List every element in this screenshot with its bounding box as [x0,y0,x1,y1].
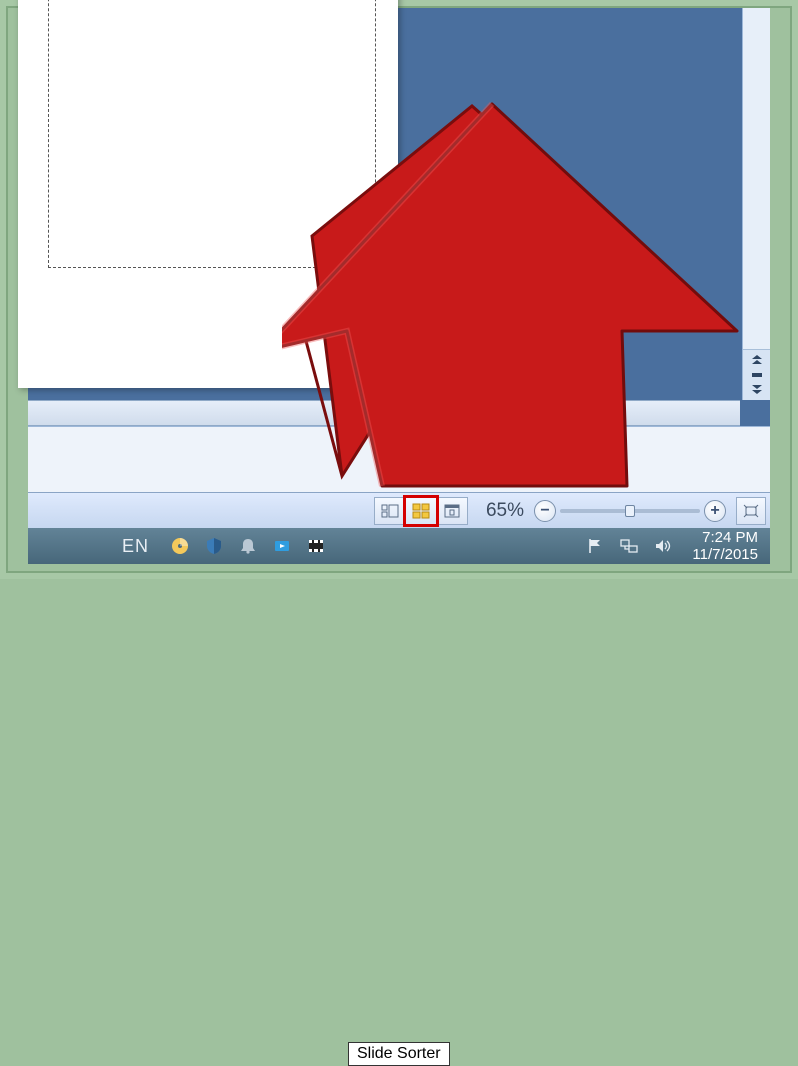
vertical-scrollbar[interactable] [742,8,770,400]
shield-tray-icon[interactable] [202,534,226,558]
language-indicator[interactable]: EN [108,536,163,557]
network-tray-icon[interactable] [617,534,641,558]
view-buttons-group [375,497,468,525]
slide-menu-icon[interactable] [750,370,764,380]
slide-editing-area [28,8,740,400]
flag-tray-icon[interactable] [583,534,607,558]
zoom-out-button[interactable]: − [534,500,556,522]
volume-tray-icon[interactable] [651,534,675,558]
zoom-slider-thumb[interactable] [625,505,635,517]
content-placeholder[interactable] [48,0,376,268]
reading-view-button[interactable] [436,497,468,525]
zoom-in-icon: + [710,503,719,519]
clock-time: 7:24 PM [692,529,758,546]
slide-sorter-button[interactable] [405,497,437,525]
slide-canvas [18,0,398,388]
scrollbar-track[interactable] [743,8,770,349]
normal-view-icon [381,503,399,519]
app-window: 65% − + EN [28,8,770,564]
zoom-slider-track[interactable] [560,509,700,513]
zoom-percentage[interactable]: 65% [476,500,534,522]
normal-view-button[interactable] [374,497,406,525]
horizontal-splitter[interactable] [28,400,740,426]
prev-slide-icon[interactable] [750,354,764,366]
scrollbar-nav-buttons [743,349,770,400]
notes-pane[interactable] [28,426,770,492]
system-clock[interactable]: 7:24 PM 11/7/2015 [680,529,770,564]
fit-to-window-button[interactable] [736,497,766,525]
reading-view-icon [443,503,461,519]
status-bar: 65% − + [28,492,770,528]
windows-taskbar: EN Slide Sorter 7:24 PM 11/7/2015 [28,528,770,564]
film-tray-icon[interactable] [304,534,328,558]
zoom-out-icon: − [540,503,549,519]
slide-sorter-icon [412,503,430,519]
clock-date: 11/7/2015 [692,546,758,563]
zoom-slider-group: − + [534,500,726,522]
bell-tray-icon[interactable] [236,534,260,558]
fit-icon [742,503,760,519]
disc-tray-icon[interactable] [168,534,192,558]
media-tray-icon[interactable] [270,534,294,558]
next-slide-icon[interactable] [750,384,764,396]
tooltip: Slide Sorter [348,1042,450,1066]
zoom-in-button[interactable]: + [704,500,726,522]
